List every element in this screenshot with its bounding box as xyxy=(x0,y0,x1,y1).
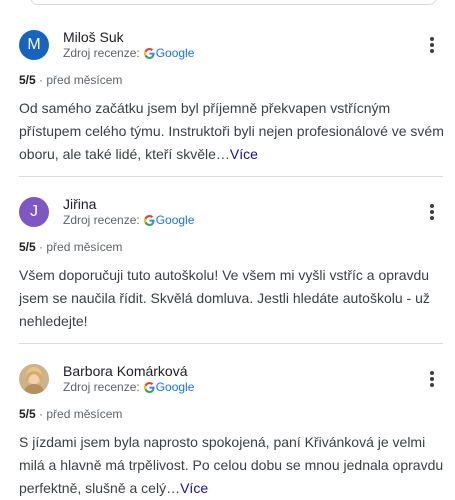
review-source: Zdroj recenze: Google xyxy=(63,46,194,60)
review-meta: 5/5 · před měsícem xyxy=(19,73,122,87)
reviewer-name[interactable]: Miloš Suk xyxy=(63,29,124,45)
google-icon xyxy=(143,382,155,393)
review-body: Všem doporučuji tuto autoškolu! Ve všem … xyxy=(19,267,430,329)
reviewer-name[interactable]: Barbora Komárková xyxy=(63,363,188,379)
google-icon xyxy=(143,215,155,226)
source-name: Google xyxy=(155,46,195,60)
more-options-icon[interactable] xyxy=(425,203,439,223)
more-link[interactable]: Více xyxy=(230,146,258,162)
previous-card-edge xyxy=(30,0,437,5)
divider xyxy=(19,176,443,177)
separator: · xyxy=(39,407,44,421)
rating: 5/5 xyxy=(19,240,36,254)
google-icon xyxy=(143,48,155,59)
review-text: Všem doporučuji tuto autoškolu! Ve všem … xyxy=(19,264,444,333)
avatar[interactable] xyxy=(19,364,49,394)
source-name: Google xyxy=(155,213,195,227)
separator: · xyxy=(39,73,44,87)
reviewer-name[interactable]: Jiřina xyxy=(63,196,96,212)
review-time: před měsícem xyxy=(46,407,123,421)
review-source: Zdroj recenze: Google xyxy=(63,380,194,394)
rating: 5/5 xyxy=(19,73,36,87)
review-body: S jízdami jsem byla naprosto spokojená, … xyxy=(19,434,444,496)
divider xyxy=(19,343,443,344)
more-options-icon[interactable] xyxy=(425,36,439,56)
rating: 5/5 xyxy=(19,407,36,421)
review-time: před měsícem xyxy=(46,73,123,87)
more-link[interactable]: Více xyxy=(180,480,208,496)
separator: · xyxy=(39,240,44,254)
review-meta: 5/5 · před měsícem xyxy=(19,407,122,421)
review-meta: 5/5 · před měsícem xyxy=(19,240,122,254)
review-source: Zdroj recenze: Google xyxy=(63,213,194,227)
review-time: před měsícem xyxy=(46,240,123,254)
review-text: Od samého začátku jsem byl příjemně přek… xyxy=(19,97,444,166)
source-label: Zdroj recenze: xyxy=(63,213,140,227)
more-options-icon[interactable] xyxy=(425,370,439,390)
review-text: S jízdami jsem byla naprosto spokojená, … xyxy=(19,431,444,500)
avatar-photo xyxy=(19,364,49,394)
avatar[interactable]: M xyxy=(19,30,49,60)
source-label: Zdroj recenze: xyxy=(63,380,140,394)
avatar[interactable]: J xyxy=(19,197,49,227)
source-name: Google xyxy=(155,380,195,394)
source-label: Zdroj recenze: xyxy=(63,46,140,60)
